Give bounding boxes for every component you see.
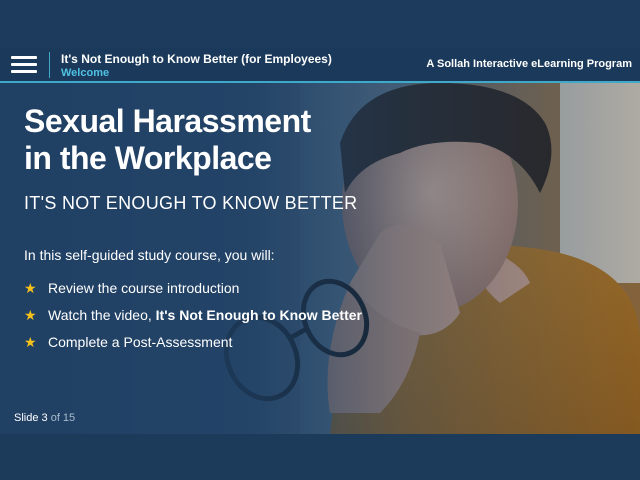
header-divider <box>49 52 50 78</box>
star-icon: ★ <box>24 333 37 350</box>
list-item: ★ Watch the video, It's Not Enough to Kn… <box>24 306 362 323</box>
app-frame: It's Not Enough to Know Better (for Empl… <box>0 0 640 480</box>
footer-bar <box>0 434 640 480</box>
brand-label: A Sollah Interactive eLearning Program <box>426 58 632 70</box>
slide-subtitle: IT'S NOT ENOUGH TO KNOW BETTER <box>24 193 358 213</box>
hamburger-menu-icon[interactable] <box>11 56 37 74</box>
slide-title: Sexual Harassment in the Workplace <box>24 103 311 176</box>
list-item: ★ Complete a Post-Assessment <box>24 333 233 350</box>
star-icon: ★ <box>24 279 37 296</box>
course-title: It's Not Enough to Know Better (for Empl… <box>61 52 332 66</box>
slide-counter: Slide 3 of 15 <box>14 412 76 424</box>
intro-text: In this self-guided study course, you wi… <box>24 247 275 263</box>
objectives-list: ★ Review the course introduction ★ Watch… <box>24 274 362 355</box>
slide-content: Sexual Harassment in the Workplace IT'S … <box>0 83 640 434</box>
star-icon: ★ <box>24 306 37 323</box>
list-item: ★ Review the course introduction <box>24 279 240 296</box>
top-bar: It's Not Enough to Know Better (for Empl… <box>0 48 640 83</box>
section-title: Welcome <box>61 67 110 79</box>
